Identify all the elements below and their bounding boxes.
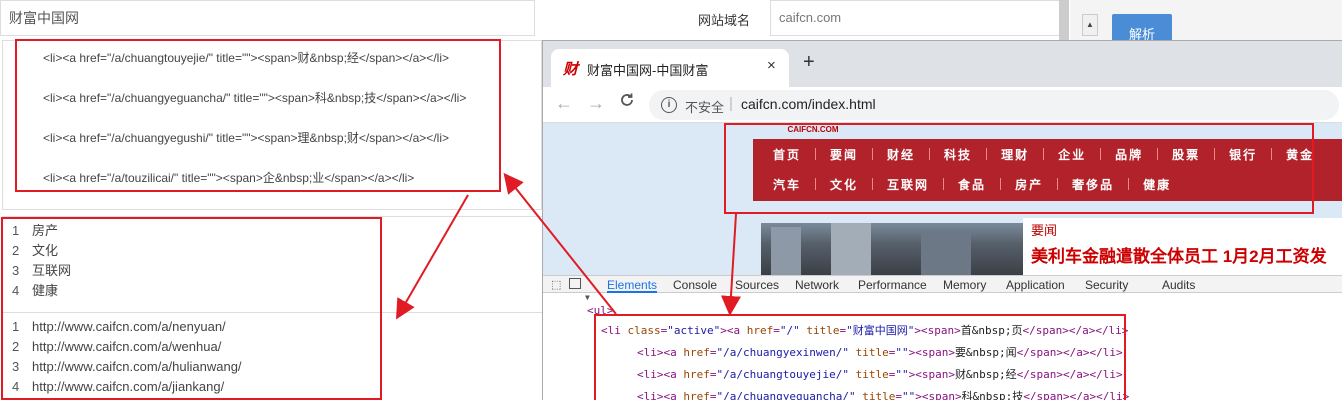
devtools-tab-sources[interactable]: Sources — [735, 278, 779, 292]
news-photo[interactable] — [761, 223, 1023, 275]
browser-toolbar: ← → i 不安全 | caifcn.com/index.html — [543, 87, 1342, 123]
site-info-icon[interactable]: i — [661, 97, 677, 113]
annotation-box-code — [15, 39, 501, 192]
tab-bar: 财 财富中国网-中国财富 × + — [543, 41, 1342, 87]
site-name-input[interactable]: 财富中国网 — [0, 0, 535, 36]
back-arrow-icon[interactable]: ← — [555, 93, 573, 114]
new-tab-icon[interactable]: + — [803, 52, 815, 72]
devtools-tab-security[interactable]: Security — [1085, 278, 1128, 292]
browser-tab[interactable]: 财 财富中国网-中国财富 × — [551, 49, 789, 87]
devtools-tab-console[interactable]: Console — [673, 278, 717, 292]
devtools-tab-memory[interactable]: Memory — [943, 278, 986, 292]
news-headline[interactable]: 美利车金融遣散全体员工 1月2月工资发 — [1031, 242, 1327, 267]
domain-label: 网站域名 — [698, 13, 751, 28]
domain-input[interactable]: caifcn.com — [770, 0, 1060, 36]
forward-arrow-icon[interactable]: → — [587, 93, 605, 114]
reload-glyph — [621, 93, 633, 106]
devtools-tab-audits[interactable]: Audits — [1162, 278, 1195, 292]
annotation-box-dom — [594, 314, 1126, 400]
annotation-box-lists — [1, 217, 382, 400]
address-bar[interactable]: i 不安全 | caifcn.com/index.html — [649, 90, 1339, 120]
insecure-label: 不安全 — [685, 100, 725, 115]
close-tab-icon[interactable]: × — [767, 57, 776, 74]
devtools-tab-elements[interactable]: Elements — [607, 278, 658, 293]
collapse-triangle-icon[interactable]: ▼ — [585, 293, 590, 302]
devtools-tabbar: ⬚ Elements Console Sources Network Performan… — [543, 275, 1342, 293]
url-text[interactable]: caifcn.com/index.html — [741, 96, 876, 112]
annotation-box-nav — [724, 123, 1314, 214]
device-toggle-icon[interactable] — [569, 278, 581, 289]
news-tag[interactable]: 要闻 — [1031, 220, 1057, 239]
inspect-icon[interactable]: ⬚ — [551, 278, 561, 291]
scroll-up-arrow-icon[interactable]: ▲ — [1082, 14, 1098, 36]
tab-title: 财富中国网-中国财富 — [587, 63, 709, 78]
url-separator: | — [729, 95, 733, 112]
site-favicon-icon: 财 — [563, 60, 579, 78]
news-panel: 要闻 美利车金融遣散全体员工 1月2月工资发 — [1023, 218, 1342, 275]
devtools-tab-performance[interactable]: Performance — [858, 278, 927, 292]
devtools-tab-network[interactable]: Network — [795, 278, 839, 292]
right-gutter — [1070, 0, 1342, 40]
scrollbar-thumb[interactable] — [1059, 0, 1069, 40]
devtools-tab-application[interactable]: Application — [1006, 278, 1065, 292]
reload-icon[interactable] — [619, 92, 635, 113]
